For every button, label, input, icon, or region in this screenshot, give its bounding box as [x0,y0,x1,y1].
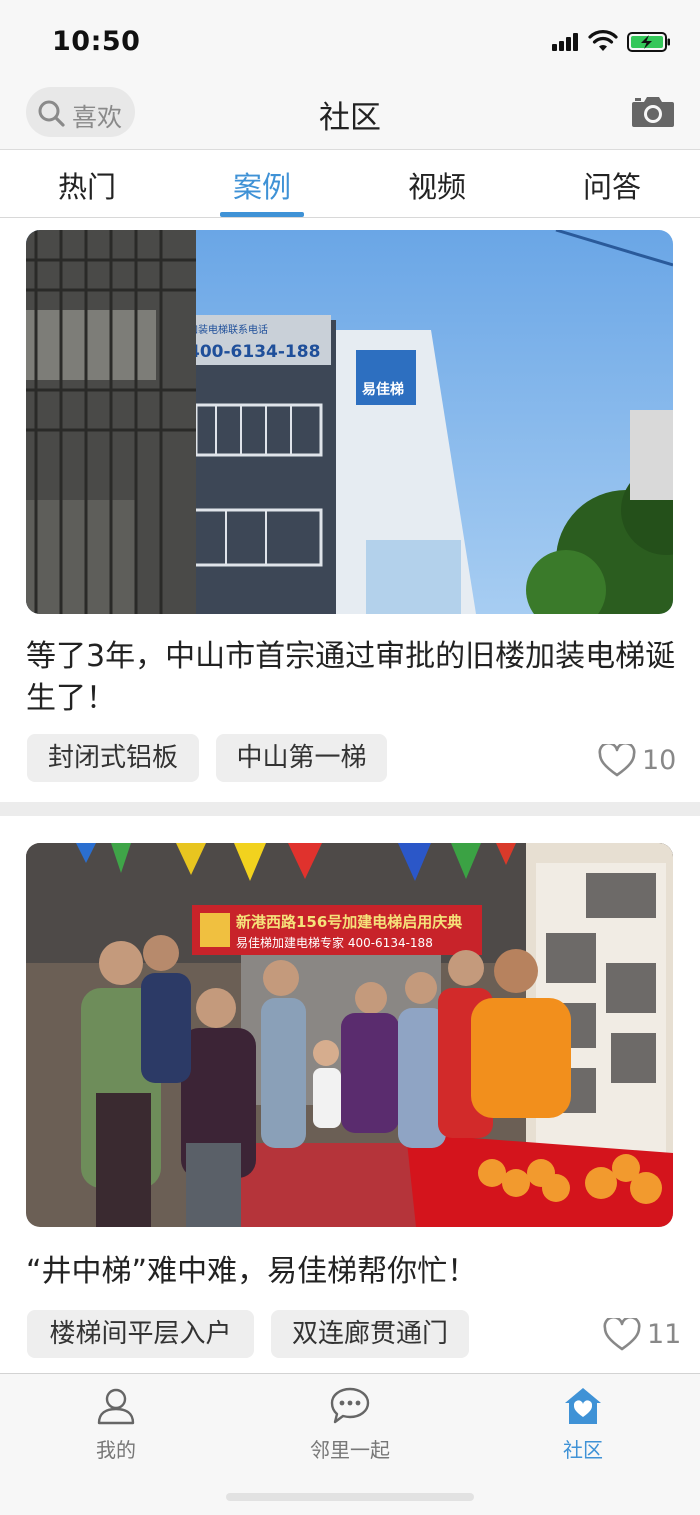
banner-line-2: 易佳梯加建电梯专家 400-6134-188 [236,935,433,950]
tabbar-label: 我的 [96,1438,136,1462]
tabbar-item-neighbors[interactable]: 邻里一起 [280,1386,420,1463]
post-tag[interactable]: 封闭式铝板 [27,734,199,782]
tabbar-label: 邻里一起 [310,1438,390,1462]
post-card[interactable]: 加装电梯联系电话 400-6134-188 易佳梯 等了3年，中山市首宗通过审批… [0,218,700,802]
post-tag[interactable]: 双连廊贯通门 [271,1310,469,1358]
tab-videos[interactable]: 视频 [377,164,497,206]
chat-bubble-icon [330,1387,370,1424]
banner-line-1: 新港西路156号加建电梯启用庆典 [236,913,462,931]
heart-icon [598,744,636,777]
post-tag[interactable]: 中山第一梯 [216,734,387,782]
tab-qa[interactable]: 问答 [552,164,672,206]
home-indicator [226,1493,474,1501]
top-header: 喜欢 社区 [0,80,700,150]
image-brand: 易佳梯 [362,381,404,398]
like-button[interactable]: 10 [598,742,678,782]
image-sign-phone: 400-6134-188 [188,342,320,362]
camera-icon[interactable] [631,94,675,128]
post-tag[interactable]: 楼梯间平层入户 [27,1310,254,1358]
person-icon [97,1388,135,1425]
heart-icon [603,1318,641,1351]
like-count: 11 [647,1319,682,1350]
home-heart-icon [565,1388,601,1424]
post-title[interactable]: “井中梯”难中难，易佳梯帮你忙！ [26,1251,676,1293]
cellular-signal-icon [552,33,580,51]
tabbar-item-me[interactable]: 我的 [46,1386,186,1463]
card-divider [0,802,700,816]
like-button[interactable]: 11 [603,1316,683,1356]
tabbar-item-community[interactable]: 社区 [513,1386,653,1463]
status-time: 10:50 [52,26,141,57]
tab-cases[interactable]: 案例 [202,164,322,206]
post-image[interactable]: 加装电梯联系电话 400-6134-188 易佳梯 [26,230,673,614]
page-title: 社区 [319,100,381,136]
active-tab-indicator [220,212,304,217]
post-card[interactable]: 新港西路156号加建电梯启用庆典 易佳梯加建电梯专家 400-6134-188 [0,816,700,1373]
like-count: 10 [642,745,677,776]
tab-hot[interactable]: 热门 [27,164,147,206]
svg-text:加装电梯联系电话: 加装电梯联系电话 [188,323,268,336]
post-title[interactable]: 等了3年，中山市首宗通过审批的旧楼加装电梯诞生了！ [26,636,676,720]
battery-charging-icon [627,32,670,52]
status-bar: 10:50 [0,0,700,80]
category-tabs: 热门 案例 视频 问答 [0,150,700,218]
post-image[interactable]: 新港西路156号加建电梯启用庆典 易佳梯加建电梯专家 400-6134-188 [26,843,673,1227]
tabbar-label: 社区 [563,1438,603,1462]
wifi-icon [588,30,618,51]
